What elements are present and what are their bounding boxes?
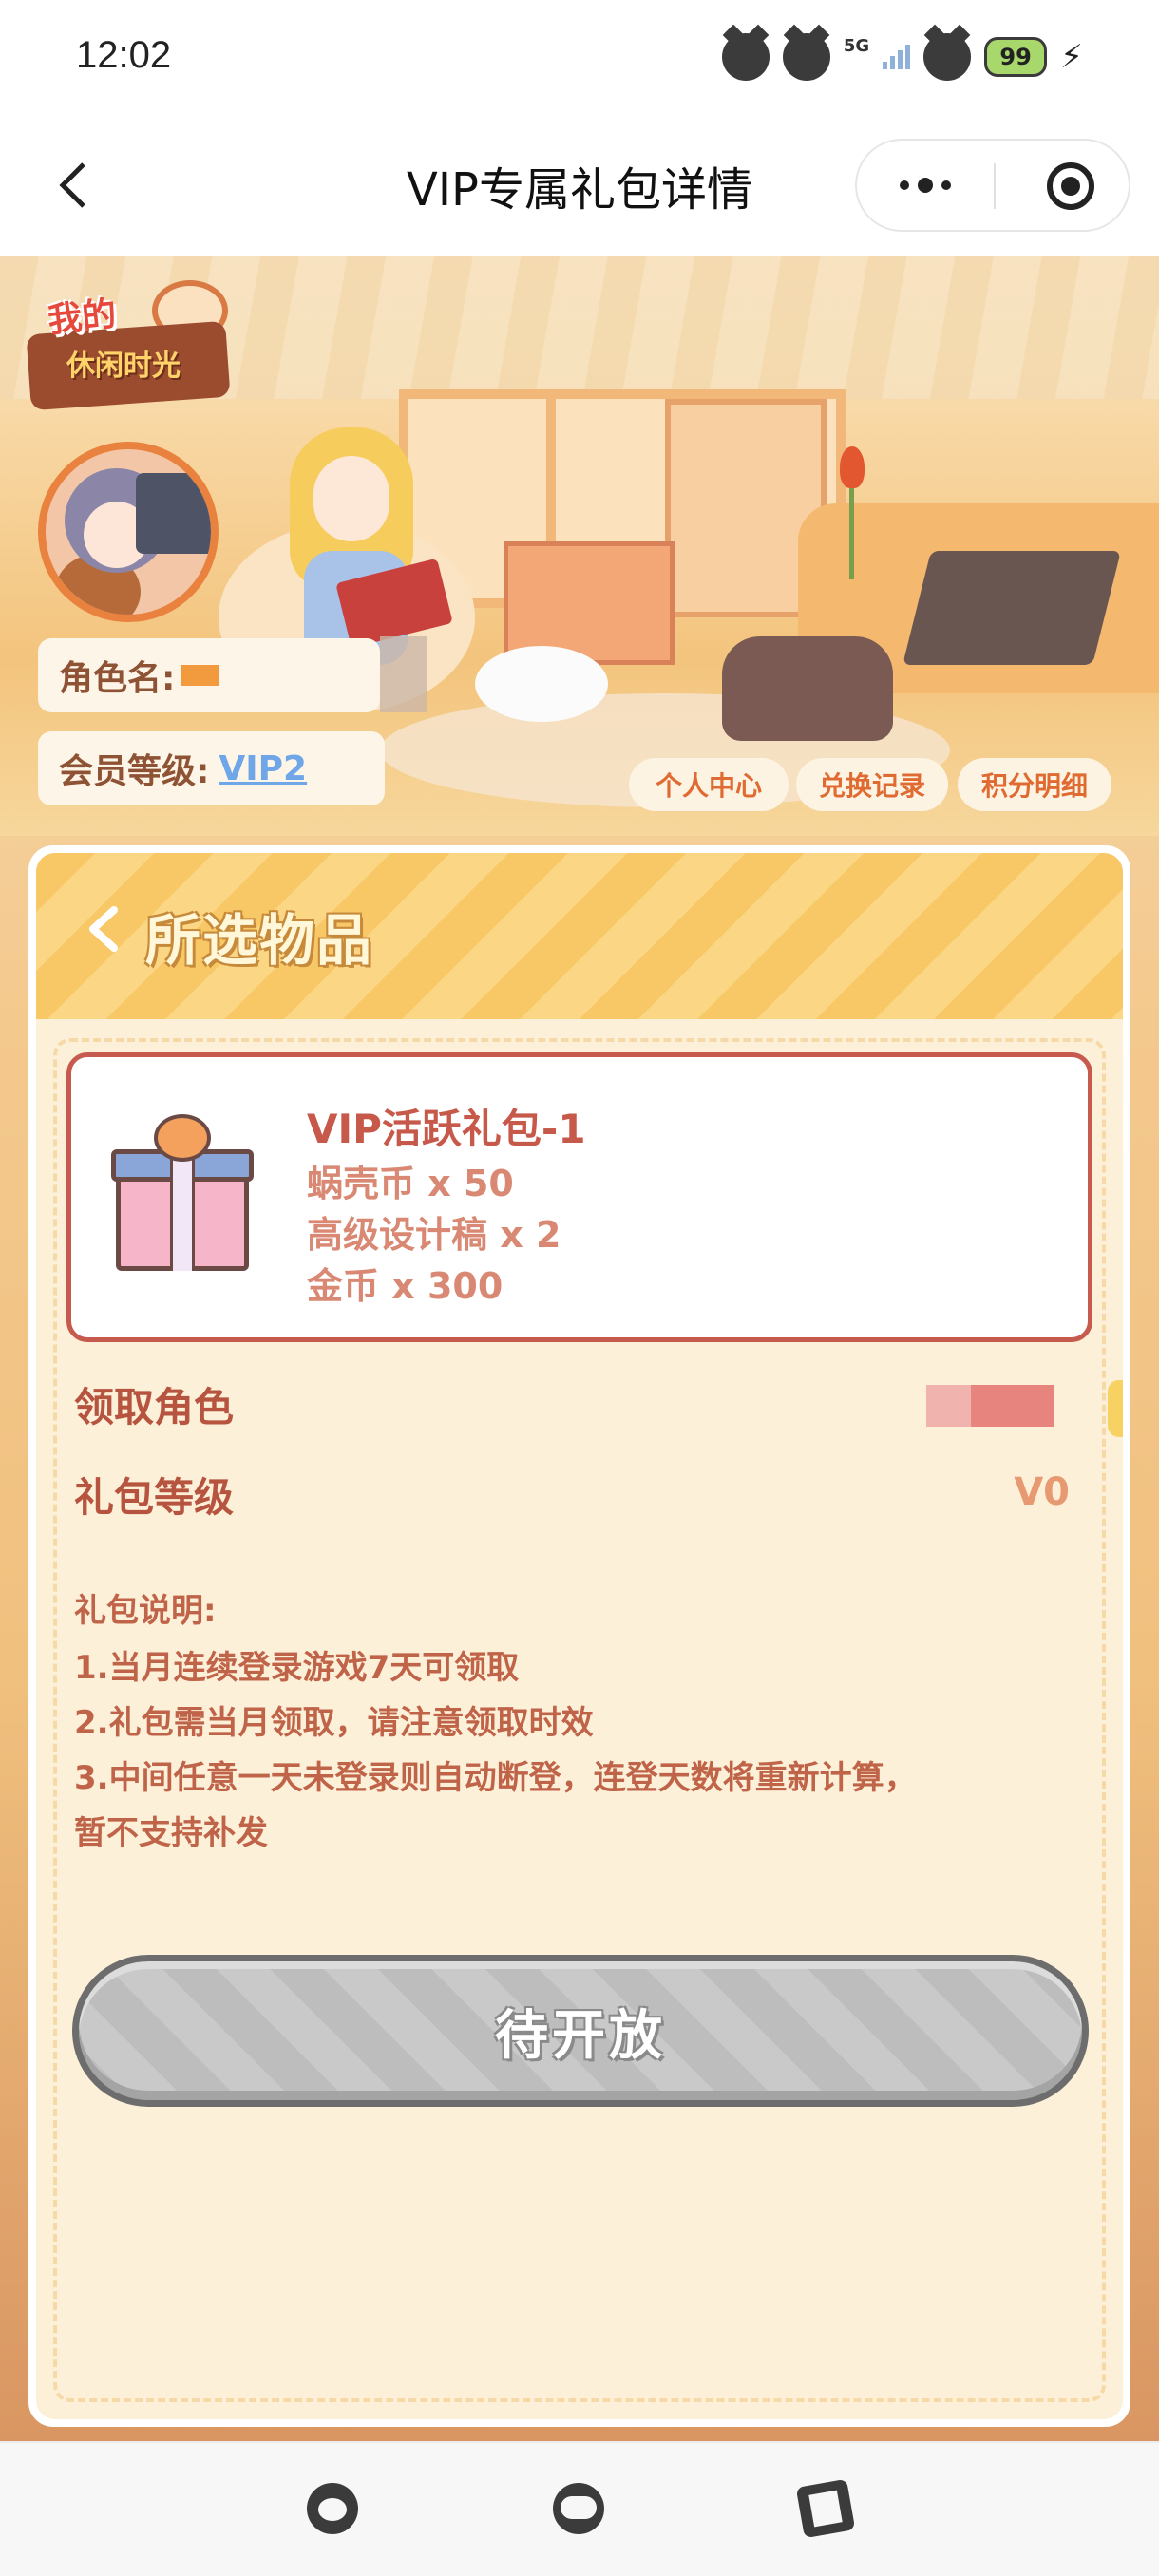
- description-line: 1.当月连续登录游戏7天可领取: [74, 1649, 520, 1687]
- notebook-icon[interactable]: [795, 2478, 856, 2539]
- description-line: 暂不支持补发: [74, 1814, 268, 1852]
- description-line: 3.中间任意一天未登录则自动断登，连登天数将重新计算，: [74, 1759, 917, 1797]
- panel-inner: 所选物品 VIP活跃礼包-1 蜗壳币 x 50 高级设计稿 x 2 金币 x 3…: [36, 853, 1123, 2419]
- redaction-block: [380, 636, 428, 712]
- member-level-label: 会员等级:: [59, 752, 210, 791]
- network-label: 5G: [843, 35, 870, 56]
- side-tab: [1108, 1380, 1123, 1437]
- panel-title: 所选物品: [145, 908, 374, 973]
- battery-level: 99: [999, 44, 1032, 70]
- nav-bar: VIP专属礼包详情: [0, 114, 1159, 256]
- claim-role-value[interactable]: [926, 1385, 1054, 1427]
- description-line: 2.礼包需当月领取，请注意领取时效: [74, 1704, 594, 1742]
- description-title: 礼包说明:: [74, 1592, 217, 1630]
- capsule-divider: [994, 163, 996, 209]
- telephone-illustration: [722, 636, 893, 741]
- panel-header: 所选物品: [36, 853, 1123, 1019]
- wifi-icon: [923, 33, 972, 81]
- status-bar: 12:02 5G 99 ⚡: [0, 0, 1159, 114]
- pending-open-button[interactable]: 待开放: [72, 1955, 1089, 2107]
- status-time: 12:02: [76, 34, 172, 76]
- charging-icon: ⚡: [1060, 38, 1083, 76]
- game-logo: 我的 休闲时光: [26, 280, 238, 413]
- more-dots-icon: [941, 180, 951, 190]
- item-card: VIP活跃礼包-1 蜗壳币 x 50 高级设计稿 x 2 金币 x 300: [66, 1052, 1092, 1342]
- avatar-laptop: [136, 473, 211, 554]
- game-area: 我的 休闲时光 角色名: 会员等级: VIP2 个人中心 兑换记录 积分明细 所…: [0, 256, 1159, 2441]
- panel-back-button[interactable]: [84, 900, 122, 972]
- gift-level-value: V0: [1014, 1470, 1070, 1514]
- close-button[interactable]: [1047, 162, 1094, 210]
- chevron-left-icon: [89, 906, 118, 952]
- battery-icon: 99: [984, 37, 1048, 77]
- paw-icon[interactable]: [307, 2483, 358, 2534]
- cat-icon: [782, 33, 830, 81]
- tulip-illustration: [836, 446, 864, 589]
- profile-banner: 我的 休闲时光 角色名: 会员等级: VIP2 个人中心 兑换记录 积分明细: [0, 256, 1159, 836]
- more-dots-icon: [900, 180, 909, 190]
- signal-icon: [883, 45, 911, 69]
- bottom-tab-bar: [0, 2441, 1159, 2576]
- girl-face: [314, 456, 390, 541]
- item-content: 金币 x 300: [307, 1265, 504, 1307]
- claim-role-label: 领取角色: [74, 1384, 235, 1430]
- cat-icon: [721, 33, 770, 81]
- laptop-illustration: [902, 551, 1121, 665]
- item-content: 蜗壳币 x 50: [307, 1163, 514, 1204]
- selected-item-panel: 所选物品 VIP活跃礼包-1 蜗壳币 x 50 高级设计稿 x 2 金币 x 3…: [28, 845, 1130, 2427]
- pending-open-label: 待开放: [495, 2004, 666, 2067]
- member-level-pill: 会员等级: VIP2: [38, 731, 385, 805]
- more-dots-icon: [918, 178, 933, 193]
- role-name-label: 角色名:: [59, 659, 176, 698]
- item-content: 高级设计稿 x 2: [307, 1214, 561, 1256]
- mini-program-capsule: [855, 139, 1130, 232]
- logo-text-top: 我的: [46, 294, 119, 341]
- cat-illustration: [475, 646, 608, 722]
- item-name: VIP活跃礼包-1: [307, 1106, 586, 1152]
- more-button[interactable]: [857, 141, 994, 230]
- gift-box-icon: [111, 1109, 254, 1280]
- member-level-link[interactable]: VIP2: [218, 749, 307, 788]
- exchange-records-button[interactable]: 兑换记录: [796, 758, 948, 811]
- role-name-redacted: [180, 665, 219, 686]
- points-details-button[interactable]: 积分明细: [958, 758, 1112, 811]
- logo-text-bottom: 休闲时光: [66, 350, 180, 383]
- status-icons: 5G 99 ⚡: [721, 28, 1083, 85]
- personal-center-button[interactable]: 个人中心: [629, 758, 788, 811]
- cat-face-icon[interactable]: [553, 2483, 604, 2534]
- avatar[interactable]: [38, 442, 218, 622]
- gift-level-label: 礼包等级: [74, 1474, 235, 1521]
- role-name-pill: 角色名:: [38, 638, 380, 712]
